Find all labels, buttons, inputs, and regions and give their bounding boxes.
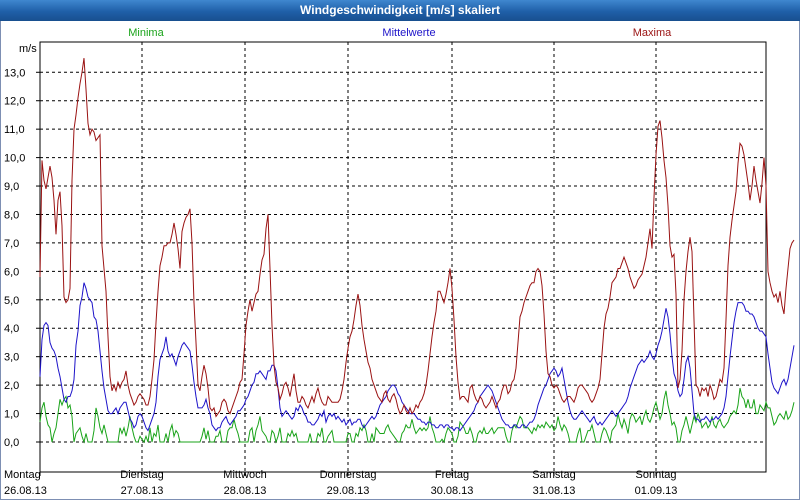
y-tick-label: 1,0: [4, 409, 19, 421]
x-tick-label-day: Montag: [4, 469, 41, 481]
x-tick-label-day: Dienstag: [120, 469, 163, 481]
x-axis-ticks: Montag 26.08.13 Dienstag 27.08.13 Mittwoch 28…: [4, 469, 677, 497]
x-tick-label-date: 30.08.13: [431, 485, 474, 497]
x-tick-label-date: 27.08.13: [121, 485, 164, 497]
x-tick-label-date: 26.08.13: [4, 485, 47, 497]
x-tick-label-day: Freitag: [435, 469, 469, 481]
y-tick-label: 8,0: [4, 209, 19, 221]
x-tick-label-day: Sonntag: [636, 469, 677, 481]
x-tick-label-day: Donnerstag: [320, 469, 377, 481]
y-tick-label: 9,0: [4, 181, 19, 193]
x-tick-label-date: 01.09.13: [635, 485, 678, 497]
y-tick-label: 4,0: [4, 323, 19, 335]
y-tick-label: 3,0: [4, 352, 19, 364]
y-tick-label: 0,0: [4, 437, 19, 449]
x-tick-label-date: 29.08.13: [327, 485, 370, 497]
y-tick-label: 6,0: [4, 266, 19, 278]
legend-maxima: Maxima: [633, 27, 672, 39]
y-tick-label: 13,0: [4, 67, 25, 79]
x-tick-label-day: Samstag: [532, 469, 575, 481]
y-tick-label: 5,0: [4, 295, 19, 307]
y-tick-label: 10,0: [4, 153, 25, 165]
y-axis-ticks: 0,0 1,0 2,0 3,0 4,0 5,0 6,0 7,0 8,0 9,0 10,0 11,0 12…: [4, 67, 40, 449]
legend-minima: Minima: [128, 27, 164, 39]
legend-mittelwerte: Mittelwerte: [382, 27, 435, 39]
x-tick-label-date: 31.08.13: [533, 485, 576, 497]
chart-title: Windgeschwindigkeit [m/s] skaliert: [0, 0, 800, 21]
y-tick-label: 7,0: [4, 238, 19, 250]
x-tick-label-date: 28.08.13: [224, 485, 267, 497]
y-tick-label: 2,0: [4, 380, 19, 392]
y-axis-label: m/s: [19, 43, 37, 55]
y-tick-label: 12,0: [4, 96, 25, 108]
chart-area: 0,0 1,0 2,0 3,0 4,0 5,0 6,0 7,0 8,0 9,0 10,0 11,0 12…: [4, 27, 795, 497]
x-tick-label-day: Mittwoch: [223, 469, 266, 481]
y-tick-label: 11,0: [4, 124, 25, 136]
